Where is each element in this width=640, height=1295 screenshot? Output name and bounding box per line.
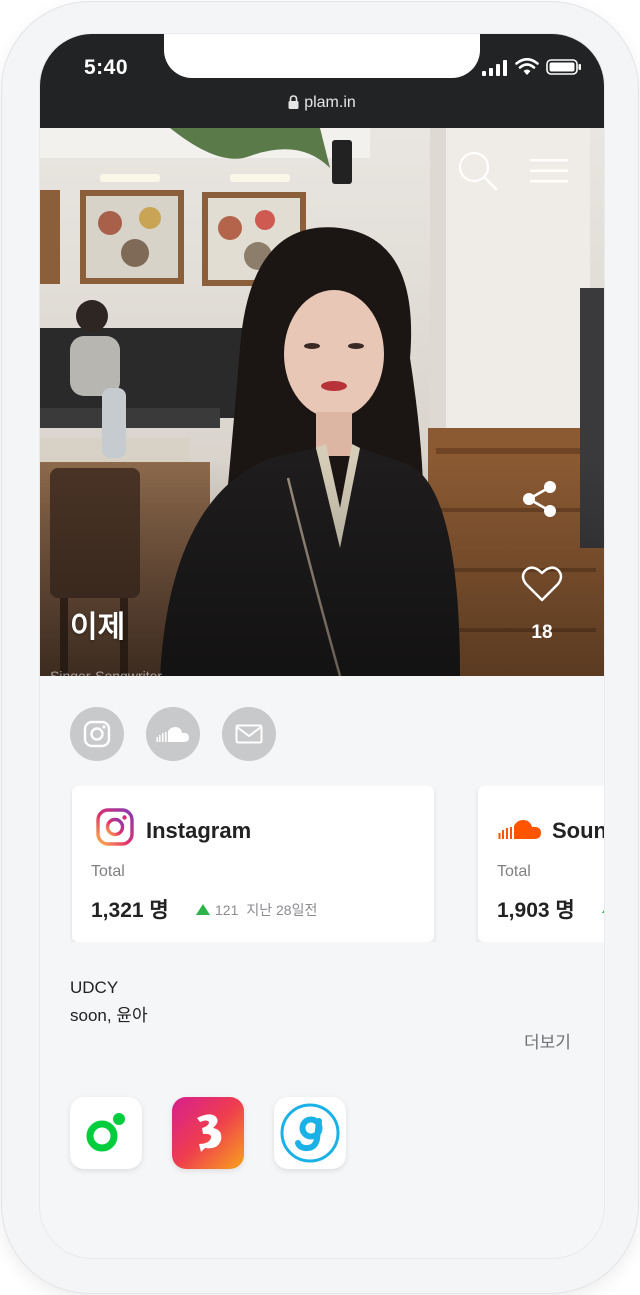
url-text: plam.in [304, 94, 356, 111]
instagram-stat-card[interactable]: Instagram Total 1,321 명 121 지난 28일전 [72, 786, 434, 942]
bio-line: soon, 윤아 [70, 1006, 148, 1025]
follower-change: 121 지난 28일전 [196, 900, 317, 920]
lock-icon [288, 95, 299, 109]
cafe-portrait-photo [40, 128, 604, 676]
instagram-logo-icon [96, 808, 134, 846]
instagram-link-button[interactable] [70, 707, 124, 761]
follower-change [602, 900, 604, 916]
signal-icon [482, 60, 507, 76]
up-arrow-icon [602, 902, 604, 913]
address-bar[interactable]: plam.in [40, 94, 604, 112]
search-icon[interactable] [457, 150, 499, 192]
total-label: Total [91, 863, 125, 880]
soundcloud-logo-icon [498, 820, 541, 839]
total-label: Total [497, 863, 531, 880]
artist-name: 이제 [70, 611, 126, 644]
menu-icon[interactable] [530, 158, 568, 184]
email-link-button[interactable] [222, 707, 276, 761]
social-links [70, 707, 276, 761]
clock: 5:40 [84, 56, 129, 79]
genie-app-button[interactable] [274, 1097, 346, 1169]
stats-carousel[interactable]: Instagram Total 1,321 명 121 지난 28일전 Sound… [70, 786, 604, 942]
heart-icon[interactable] [521, 564, 563, 604]
card-platform-name: Instagram [146, 818, 252, 843]
profile-photo: 이제 Singer-Songwriter 18 [40, 128, 604, 676]
melon-app-button[interactable] [70, 1097, 142, 1169]
status-bar: 5:40 plam.in [40, 34, 604, 128]
phone-frame: 5:40 plam.in 이제 Singer-Songwriter 18 Ins… [2, 2, 638, 1293]
like-count: 18 [531, 622, 553, 643]
total-followers: 1,903 명 [497, 899, 575, 922]
share-icon[interactable] [521, 480, 559, 518]
delta-value: 121 [215, 902, 239, 918]
streaming-apps [70, 1097, 346, 1169]
card-platform-name: SoundCloud [552, 818, 604, 843]
bugs-icon [197, 1114, 222, 1152]
bugs-app-button[interactable] [172, 1097, 244, 1169]
notch [164, 34, 480, 78]
artist-subtitle: Singer-Songwriter [50, 668, 163, 676]
artist-bio: UDCY soon, 윤아 [70, 974, 148, 1030]
melon-icon [86, 1113, 125, 1152]
soundcloud-link-button[interactable] [146, 707, 200, 761]
wifi-icon [515, 58, 539, 75]
soundcloud-stat-card[interactable]: SoundCloud Total 1,903 명 [478, 786, 604, 942]
total-followers: 1,321 명 [91, 899, 169, 922]
bio-line: UDCY [70, 978, 119, 997]
delta-period: 지난 28일전 [246, 902, 318, 918]
up-arrow-icon [196, 904, 210, 915]
soundcloud-icon [156, 727, 189, 742]
mail-icon [235, 724, 263, 744]
instagram-icon [83, 720, 111, 748]
more-button[interactable]: 더보기 [524, 1028, 571, 1053]
screen: 5:40 plam.in 이제 Singer-Songwriter 18 Ins… [40, 34, 604, 1258]
genie-icon [280, 1103, 340, 1163]
battery-icon [546, 59, 581, 75]
